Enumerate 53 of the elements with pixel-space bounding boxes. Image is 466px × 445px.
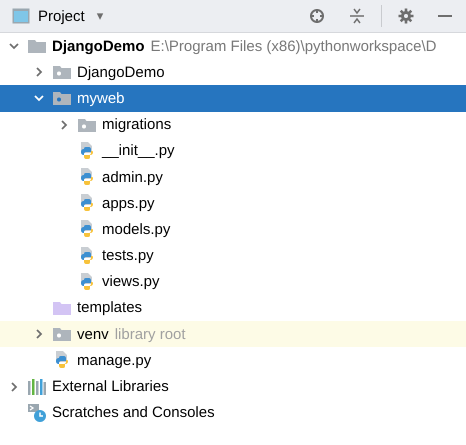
tree-item-label: DjangoDemo [77,64,165,81]
tree-row[interactable]: venv library root [0,321,466,348]
tree-item-label: myweb [77,90,125,107]
tree-row[interactable]: admin.py [0,164,466,190]
window-icon [12,8,30,24]
panel-title[interactable]: Project [38,8,85,24]
crosshair-icon[interactable] [309,8,325,24]
python-file-icon [78,220,96,238]
python-file-icon [78,272,96,291]
tree-item-hint: E:\Program Files (x86)\pythonworkspace\D [150,38,436,55]
folder-icon [28,39,46,54]
tree-item-label: tests.py [102,247,154,264]
tree-row[interactable]: views.py [0,268,466,295]
tree-item-label: views.py [102,273,160,290]
tree-item-label: manage.py [77,352,152,369]
tree-item-label: __init__.py [102,142,175,160]
tree-row[interactable]: migrations [0,112,466,138]
tree-row[interactable]: External Libraries [0,373,466,400]
python-file-icon [78,246,96,265]
tree-row[interactable]: apps.py [0,190,466,216]
tree-item-label: apps.py [102,194,155,212]
tree-row[interactable]: Scratches and Consoles [0,400,466,426]
python-file-icon [78,194,96,212]
tree-item-label: Scratches and Consoles [52,404,215,422]
folder-icon [53,300,71,315]
tree-row[interactable]: DjangoDemo [0,59,466,86]
tree-item-label: venv [77,326,109,343]
settings-icon[interactable] [398,8,414,24]
package-folder-icon [78,118,96,132]
python-file-icon [78,142,96,160]
tree-item-label: templates [77,299,142,316]
package-folder-icon [53,327,71,342]
tree-row[interactable]: templates [0,294,466,322]
collapse-all-icon[interactable] [349,8,365,24]
libraries-icon [28,378,46,395]
tree-item-label: migrations [102,116,172,134]
python-file-icon [78,168,96,186]
scratches-icon [28,404,46,422]
tree-row[interactable]: __init__.py [0,138,466,164]
tree-item-label: models.py [102,220,170,238]
tree-item-label: admin.py [102,168,163,186]
package-folder-icon [53,91,71,106]
dropdown-caret[interactable]: ▾ [96,8,104,24]
tree-item-label: DjangoDemo [52,38,145,55]
tree-row[interactable]: DjangoDemo E:\Program Files (x86)\pythonworkspace\D [0,33,466,60]
tree-item-label: External Libraries [52,378,169,396]
tree-row[interactable]: tests.py [0,242,466,269]
tree-row[interactable]: manage.py [0,347,466,374]
package-folder-icon [53,65,71,80]
python-file-icon [53,351,71,370]
tree-row[interactable]: myweb [0,85,466,112]
tree-row[interactable]: models.py [0,216,466,242]
tree-item-hint: library root [114,326,186,343]
